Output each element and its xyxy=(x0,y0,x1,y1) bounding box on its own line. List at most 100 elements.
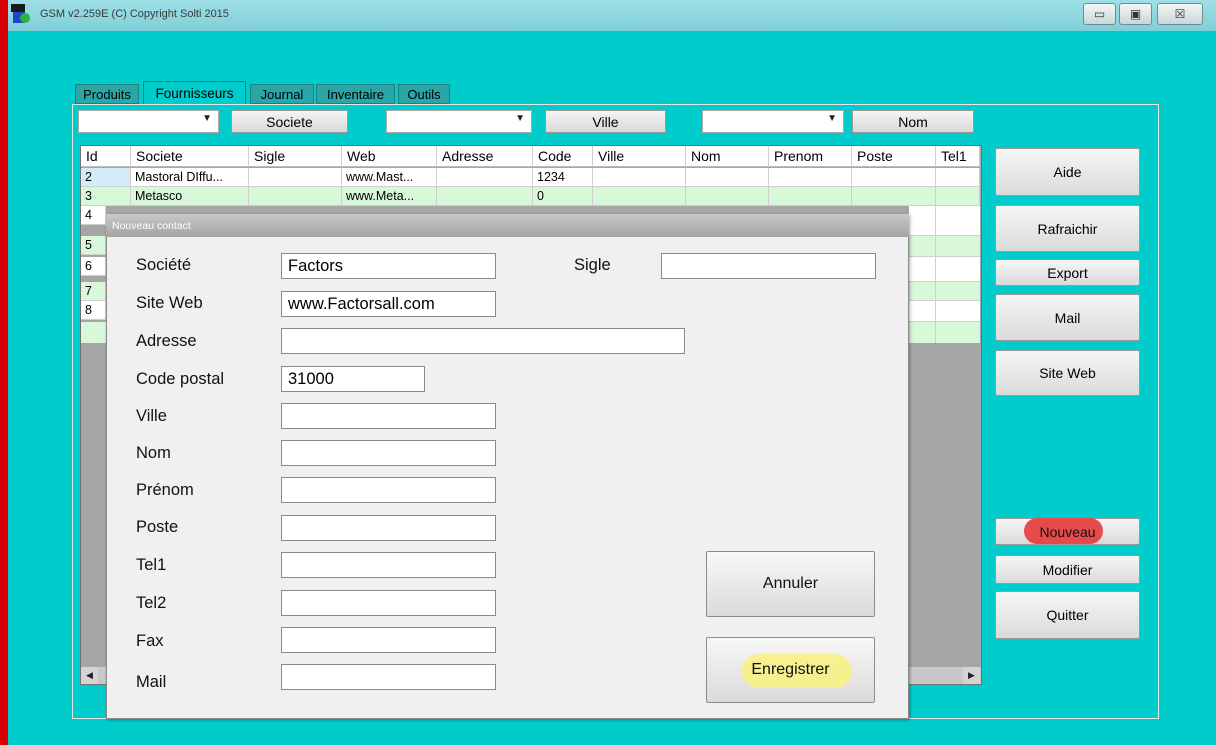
table-cell[interactable]: 4 xyxy=(81,206,106,225)
site-web-button[interactable]: Site Web xyxy=(995,350,1140,396)
prenom-field[interactable] xyxy=(281,477,496,503)
table-row[interactable]: 2 Mastoral DIffu... www.Mast... 1234 xyxy=(81,168,980,187)
table-cell[interactable] xyxy=(936,168,980,187)
table-cell[interactable]: 8 xyxy=(81,301,106,320)
column-header-ville[interactable]: Ville xyxy=(593,146,686,167)
window-title: GSM v2.259E (C) Copyright Solti 2015 xyxy=(40,8,229,20)
aide-button[interactable]: Aide xyxy=(995,148,1140,196)
adresse-field[interactable] xyxy=(281,328,685,354)
table-cell[interactable] xyxy=(852,187,936,206)
table-cell[interactable] xyxy=(909,206,980,236)
ville-combo[interactable]: ▼ xyxy=(386,110,532,133)
table-cell[interactable] xyxy=(909,257,980,282)
fax-field[interactable] xyxy=(281,627,496,653)
table-cell[interactable] xyxy=(593,187,686,206)
search-nom-button[interactable]: Nom xyxy=(852,110,974,133)
tel1-label: Tel1 xyxy=(136,556,167,574)
nom-field[interactable] xyxy=(281,440,496,466)
table-cell[interactable] xyxy=(909,301,980,322)
tab-journal[interactable]: Journal xyxy=(250,84,314,104)
table-cell[interactable]: 6 xyxy=(81,257,106,276)
quitter-button[interactable]: Quitter xyxy=(995,591,1140,639)
site-web-field[interactable]: www.Factorsall.com xyxy=(281,291,496,317)
maximize-icon[interactable]: ▣ xyxy=(1119,3,1152,25)
table-cell[interactable] xyxy=(909,236,980,257)
table-cell[interactable] xyxy=(686,168,769,187)
tel2-label: Tel2 xyxy=(136,594,167,612)
chevron-down-icon[interactable]: ▼ xyxy=(515,113,525,124)
table-cell[interactable]: 0 xyxy=(533,187,593,206)
column-header-web[interactable]: Web xyxy=(342,146,437,167)
column-header-nom[interactable]: Nom xyxy=(686,146,769,167)
column-header-prenom[interactable]: Prenom xyxy=(769,146,852,167)
mail-field[interactable] xyxy=(281,664,496,690)
minimize-icon[interactable]: ▭ xyxy=(1083,3,1116,25)
fax-label: Fax xyxy=(136,632,164,650)
enregistrer-button-label[interactable]: Enregistrer xyxy=(706,637,875,703)
column-header-societe[interactable]: Societe xyxy=(131,146,249,167)
scroll-right-icon[interactable]: ▶ xyxy=(963,667,980,684)
mail-button[interactable]: Mail xyxy=(995,294,1140,341)
societe-field[interactable]: Factors xyxy=(281,253,496,279)
column-header-poste[interactable]: Poste xyxy=(852,146,936,167)
nom-combo[interactable]: ▼ xyxy=(702,110,844,133)
poste-field[interactable] xyxy=(281,515,496,541)
table-cell[interactable]: 2 xyxy=(81,168,131,187)
table-cell[interactable]: 3 xyxy=(81,187,131,206)
sigle-field[interactable] xyxy=(661,253,876,279)
column-header-tel1[interactable]: Tel1 xyxy=(936,146,980,167)
tab-produits[interactable]: Produits xyxy=(75,84,139,104)
ville-label: Ville xyxy=(136,407,167,425)
column-header-id[interactable]: Id xyxy=(81,146,131,167)
tab-inventaire[interactable]: Inventaire xyxy=(316,84,395,104)
code-postal-field[interactable]: 31000 xyxy=(281,366,425,392)
table-cell[interactable]: www.Mast... xyxy=(342,168,437,187)
table-cell[interactable] xyxy=(249,168,342,187)
search-ville-button[interactable]: Ville xyxy=(545,110,666,133)
table-cell[interactable] xyxy=(909,282,980,301)
tab-outils[interactable]: Outils xyxy=(398,84,450,104)
table-cell[interactable]: Mastoral DIffu... xyxy=(131,168,249,187)
search-societe-button[interactable]: Societe xyxy=(231,110,348,133)
tel1-field[interactable] xyxy=(281,552,496,578)
table-cell[interactable] xyxy=(686,187,769,206)
rafraichir-button[interactable]: Rafraichir xyxy=(995,205,1140,252)
table-cell[interactable] xyxy=(769,168,852,187)
close-icon[interactable]: ☒ xyxy=(1157,3,1203,25)
export-button[interactable]: Export xyxy=(995,259,1140,286)
tab-fournisseurs[interactable]: Fournisseurs xyxy=(143,81,246,105)
column-header-code[interactable]: Code xyxy=(533,146,593,167)
table-cell[interactable] xyxy=(909,322,980,343)
mail-label: Mail xyxy=(136,673,167,691)
prenom-label: Prénom xyxy=(136,481,194,499)
table-cell[interactable]: 7 xyxy=(81,282,106,301)
annuler-button[interactable]: Annuler xyxy=(706,551,875,617)
table-cell[interactable] xyxy=(852,168,936,187)
table-cell[interactable] xyxy=(81,322,106,343)
table-cell[interactable] xyxy=(593,168,686,187)
table-row[interactable]: 3 Metasco www.Meta... 0 xyxy=(81,187,980,206)
nouveau-button-label[interactable]: Nouveau xyxy=(995,518,1140,545)
code-postal-label: Code postal xyxy=(136,370,225,388)
table-cell[interactable]: 5 xyxy=(81,236,106,255)
table-cell[interactable]: www.Meta... xyxy=(342,187,437,206)
poste-label: Poste xyxy=(136,518,179,536)
chevron-down-icon[interactable]: ▼ xyxy=(827,113,837,124)
dialog-title: Nouveau contact xyxy=(106,214,909,237)
sigle-label: Sigle xyxy=(574,256,611,274)
modifier-button[interactable]: Modifier xyxy=(995,555,1140,584)
table-cell[interactable] xyxy=(769,187,852,206)
societe-combo[interactable]: ▼ xyxy=(78,110,219,133)
column-header-sigle[interactable]: Sigle xyxy=(249,146,342,167)
table-cell[interactable] xyxy=(936,187,980,206)
scroll-left-icon[interactable]: ◀ xyxy=(81,667,98,684)
chevron-down-icon[interactable]: ▼ xyxy=(202,113,212,124)
table-cell[interactable]: Metasco xyxy=(131,187,249,206)
tel2-field[interactable] xyxy=(281,590,496,616)
table-cell[interactable]: 1234 xyxy=(533,168,593,187)
column-header-adresse[interactable]: Adresse xyxy=(437,146,533,167)
ville-field[interactable] xyxy=(281,403,496,429)
table-cell[interactable] xyxy=(249,187,342,206)
table-cell[interactable] xyxy=(437,168,533,187)
table-cell[interactable] xyxy=(437,187,533,206)
